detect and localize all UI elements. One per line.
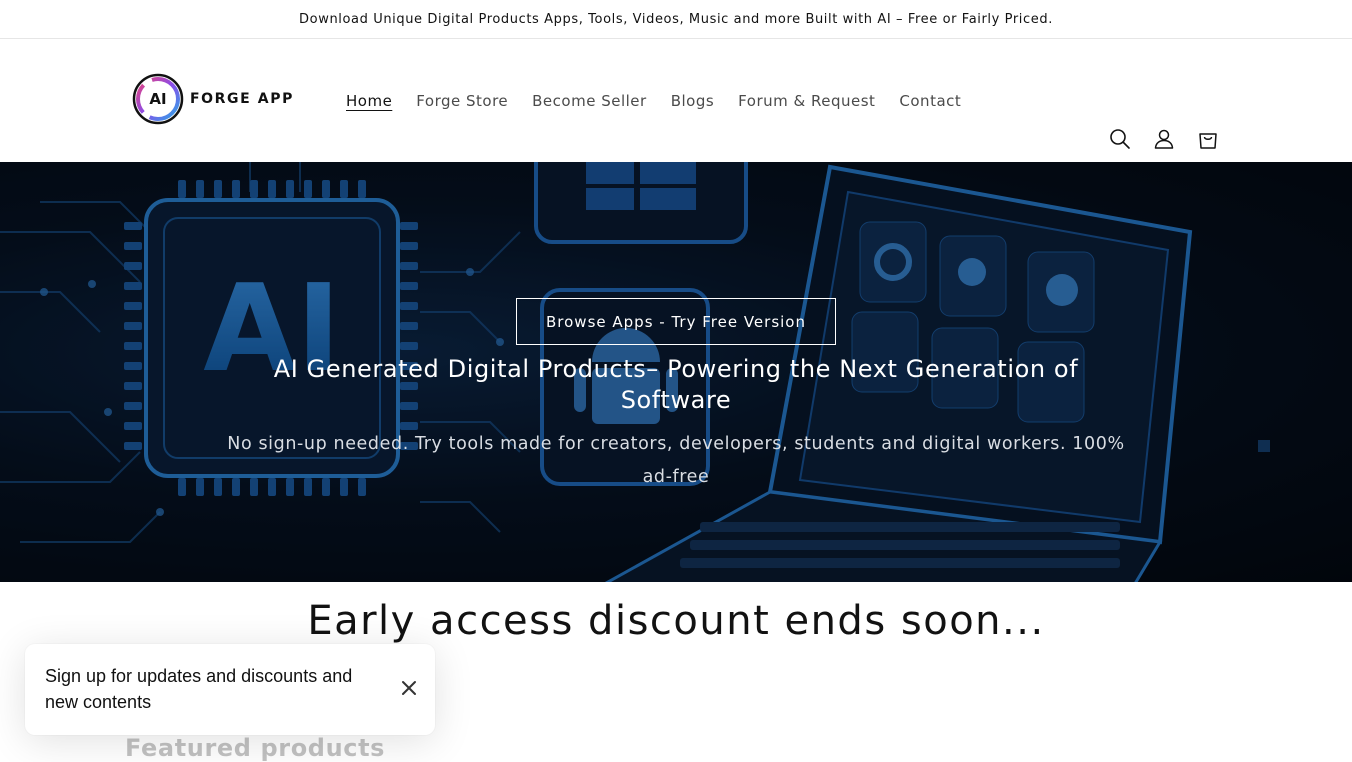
browse-apps-button[interactable]: Browse Apps - Try Free Version: [516, 298, 836, 345]
cart-button[interactable]: [1186, 117, 1230, 161]
popup-message: Sign up for updates and discounts and ne…: [45, 666, 353, 712]
nav-item-blogs[interactable]: Blogs: [659, 92, 726, 110]
close-icon: [402, 681, 416, 695]
hero-subheading: No sign-up needed. Try tools made for cr…: [227, 434, 1125, 487]
nav-item-forum-request[interactable]: Forum & Request: [726, 92, 887, 110]
nav-item-contact[interactable]: Contact: [887, 92, 973, 110]
logo-mark: AI: [131, 72, 185, 126]
hero-content: Browse Apps - Try Free Version AI Genera…: [0, 162, 1352, 582]
logo-link[interactable]: AI FORGE APP: [131, 72, 294, 126]
nav-item-forge-store[interactable]: Forge Store: [404, 92, 520, 110]
signup-popup[interactable]: Sign up for updates and discounts and ne…: [25, 644, 435, 735]
header-actions: [1098, 117, 1230, 161]
close-popup-button[interactable]: [397, 676, 421, 700]
logo-text: FORGE APP: [190, 91, 294, 107]
account-icon: [1154, 129, 1174, 149]
search-button[interactable]: [1098, 117, 1142, 161]
announcement-text: Download Unique Digital Products Apps, T…: [299, 11, 1053, 27]
announcement-bar: Download Unique Digital Products Apps, T…: [0, 0, 1352, 39]
countdown-heading: Early access discount ends soon...: [307, 598, 1045, 644]
hero-banner: AI Browse Apps - Try Free Version AI Gen…: [0, 162, 1352, 582]
search-icon: [1110, 129, 1130, 149]
hero-heading: AI Generated Digital Products– Powering …: [273, 355, 1079, 414]
nav-item-become-seller[interactable]: Become Seller: [520, 92, 659, 110]
nav-item-home[interactable]: Home: [334, 92, 404, 110]
cart-icon: [1199, 133, 1217, 149]
featured-products-heading: Featured products: [125, 734, 386, 762]
logo-mark-text: AI: [149, 90, 167, 108]
account-button[interactable]: [1142, 117, 1186, 161]
main-nav: Home Forge Store Become Seller Blogs For…: [334, 39, 973, 162]
site-header: AI FORGE APP Home Forge Store Become Sel…: [0, 39, 1352, 162]
